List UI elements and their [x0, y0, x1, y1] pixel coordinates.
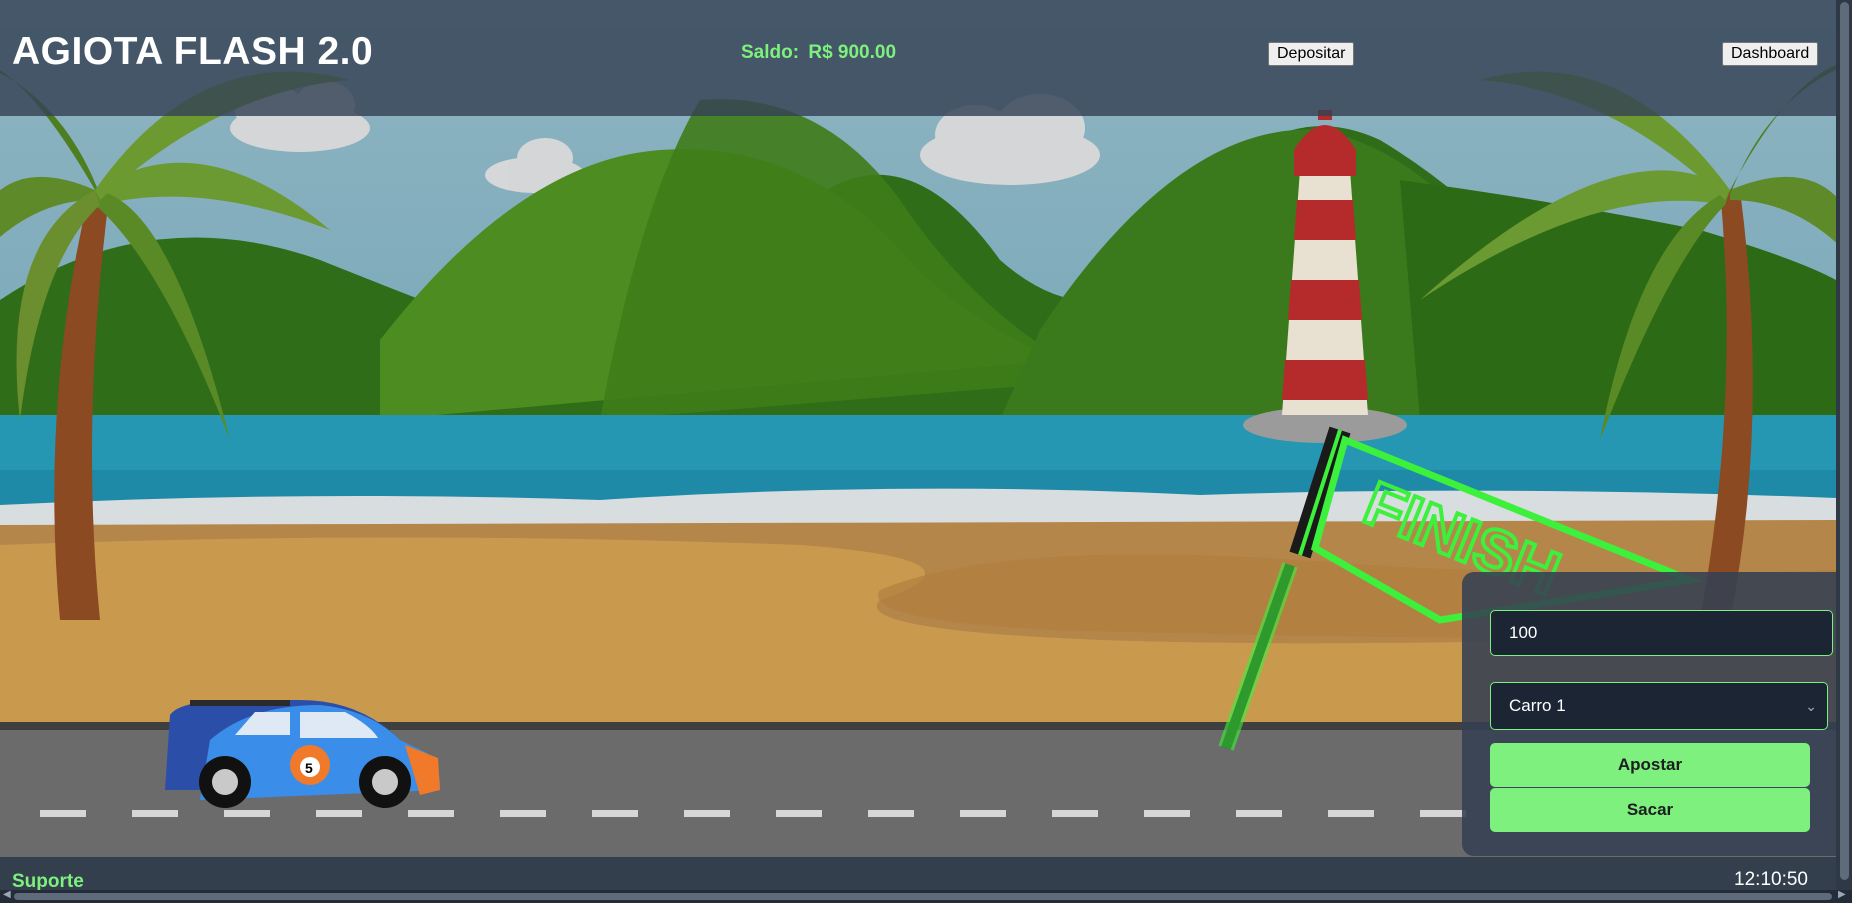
horizontal-scrollbar-thumb[interactable] — [14, 893, 1832, 900]
vertical-scrollbar-thumb[interactable] — [1840, 2, 1849, 880]
chevron-down-icon: ⌄ — [1805, 698, 1817, 714]
car-select-value: Carro 1 — [1509, 696, 1566, 715]
balance-label: Saldo: — [741, 42, 800, 63]
app-title: AGIOTA FLASH 2.0 — [12, 30, 374, 73]
car-number: 5 — [305, 760, 313, 776]
scroll-left-arrow-icon[interactable]: ◀ — [3, 889, 11, 900]
bet-amount-input[interactable] — [1490, 610, 1833, 656]
clock: 12:10:50 — [1734, 869, 1808, 890]
bet-panel: Carro 1 ⌄ Apostar Sacar — [1462, 572, 1836, 856]
car-select[interactable]: Carro 1 ⌄ — [1490, 682, 1828, 730]
bet-button[interactable]: Apostar — [1490, 743, 1810, 787]
deposit-button[interactable]: Depositar — [1268, 42, 1355, 66]
support-link[interactable]: Suporte — [12, 871, 84, 890]
withdraw-button[interactable]: Sacar — [1490, 788, 1810, 832]
footer-bar — [0, 857, 1836, 890]
scroll-right-arrow-icon[interactable]: ▶ — [1838, 889, 1846, 900]
dashboard-button[interactable]: Dashboard — [1722, 42, 1819, 66]
race-scene: FINISH 5 AGIOTA FLASH 2.0 Saldo: R$ 900.… — [0, 0, 1836, 890]
balance-value: R$ 900.00 — [808, 42, 897, 63]
balance-display: Saldo: R$ 900.00 — [741, 42, 896, 64]
